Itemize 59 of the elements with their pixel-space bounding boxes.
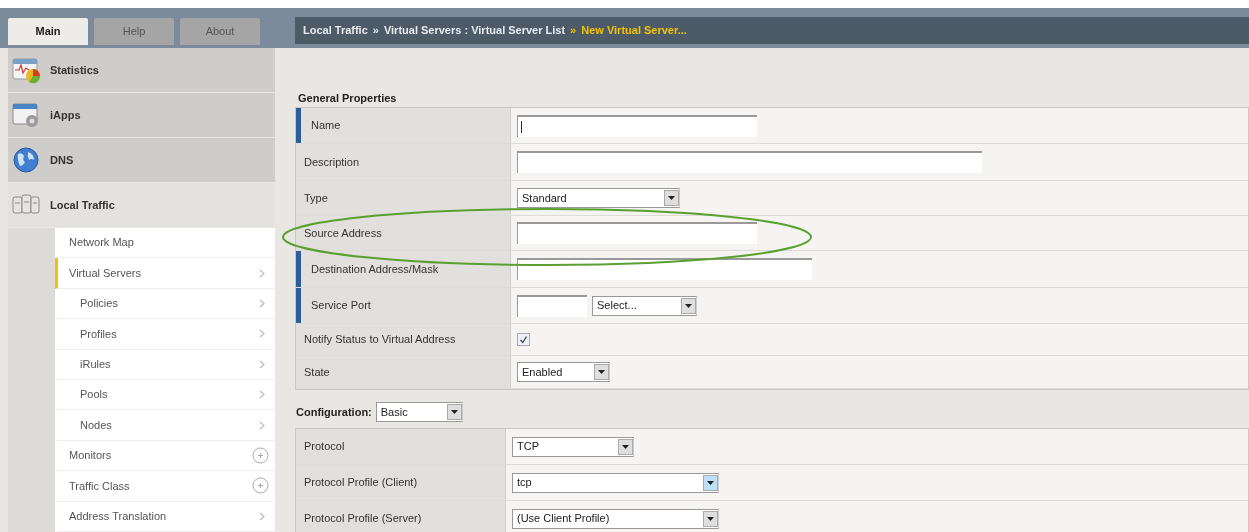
field-label: Protocol	[296, 429, 506, 464]
dropdown[interactable]: Enabled	[517, 362, 610, 382]
field-label: Type	[296, 181, 511, 215]
sidebar-menu-item[interactable]: Pools	[55, 379, 275, 411]
chevron-right-icon	[259, 329, 265, 339]
chevron-right-icon	[259, 420, 265, 430]
input-field[interactable]	[517, 222, 757, 244]
dropdown[interactable]: TCP	[512, 436, 634, 457]
field-label: Protocol Profile (Client)	[296, 465, 506, 500]
chevron-right-icon	[259, 298, 265, 308]
checkmark-icon	[519, 335, 528, 344]
field-label: Source Address	[296, 216, 511, 250]
section-title: Configuration:	[296, 404, 372, 420]
sidebar-menu-item[interactable]: Virtual Servers	[55, 258, 275, 289]
add-circle-icon	[252, 477, 269, 495]
field-label: Service Port	[296, 288, 511, 323]
breadcrumb-link[interactable]: Virtual Servers : Virtual Server List	[383, 22, 566, 39]
checkbox[interactable]	[517, 333, 530, 346]
chevron-right-icon	[259, 268, 265, 278]
input-field[interactable]	[517, 294, 587, 317]
chevron-right-icon	[259, 390, 265, 400]
field-label: Description	[296, 144, 511, 180]
section-title: General Properties	[297, 91, 398, 106]
dropdown[interactable]: Standard	[517, 188, 680, 208]
field-label: Notify Status to Virtual Address	[296, 324, 511, 355]
input-field[interactable]	[517, 114, 757, 137]
sidebar-menu-item[interactable]: Profiles	[55, 319, 275, 350]
input-field[interactable]	[517, 151, 982, 173]
sidebar-section[interactable]: iApps	[8, 93, 275, 138]
dropdown[interactable]: Select...	[592, 295, 697, 316]
tab[interactable]: Main	[8, 18, 88, 45]
sidebar-menu-item[interactable]: Nodes	[55, 410, 275, 441]
sidebar-menu-item[interactable]: Monitors	[55, 440, 275, 472]
dropdown[interactable]: tcp	[512, 472, 719, 493]
add-circle-icon	[252, 446, 269, 464]
dropdown[interactable]: (Use Client Profile)	[512, 508, 719, 529]
field-label: Name	[296, 108, 511, 143]
chevron-right-icon	[259, 511, 265, 521]
sidebar-menu-item[interactable]: Traffic Class	[55, 471, 275, 502]
sidebar-section[interactable]: DNS	[8, 138, 275, 183]
sidebar-menu-item[interactable]: Address Translation	[55, 501, 275, 532]
field-label: Destination Address/Mask	[296, 251, 511, 287]
text-cursor	[521, 120, 522, 133]
sidebar-section[interactable]: Statistics	[8, 48, 275, 93]
dropdown[interactable]: Basic	[375, 402, 463, 422]
sidebar-menu-item[interactable]: Policies	[55, 288, 275, 320]
sidebar-menu-item[interactable]: iRules	[55, 349, 275, 380]
breadcrumb-separator: »	[372, 23, 379, 39]
chevron-right-icon	[259, 359, 265, 369]
field-label: Protocol Profile (Server)	[296, 501, 506, 532]
input-field[interactable]	[517, 258, 812, 280]
breadcrumb-separator: »	[570, 23, 577, 39]
chart-icon	[12, 56, 42, 84]
breadcrumb-current: New Virtual Server...	[581, 23, 687, 39]
field-label: State	[296, 356, 511, 388]
sidebar-section[interactable]: Local Traffic	[8, 183, 275, 228]
globe-icon	[12, 146, 42, 174]
breadcrumb-link[interactable]: Local Traffic	[303, 22, 368, 39]
sidebar-menu-item[interactable]: Network Map	[55, 228, 275, 259]
